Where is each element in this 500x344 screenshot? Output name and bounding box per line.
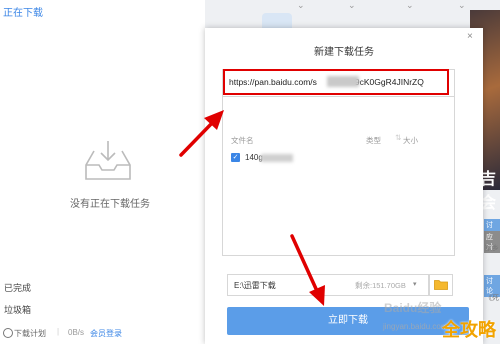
annotation-arrow xyxy=(290,234,325,306)
annotation-arrows xyxy=(179,110,325,306)
baidu-watermark: Baidu经验 xyxy=(384,301,442,315)
annotation-arrow xyxy=(179,110,224,157)
watermark-url: jingyan.baidu.com xyxy=(383,322,448,331)
site-logo: 全攻略 xyxy=(442,320,496,340)
